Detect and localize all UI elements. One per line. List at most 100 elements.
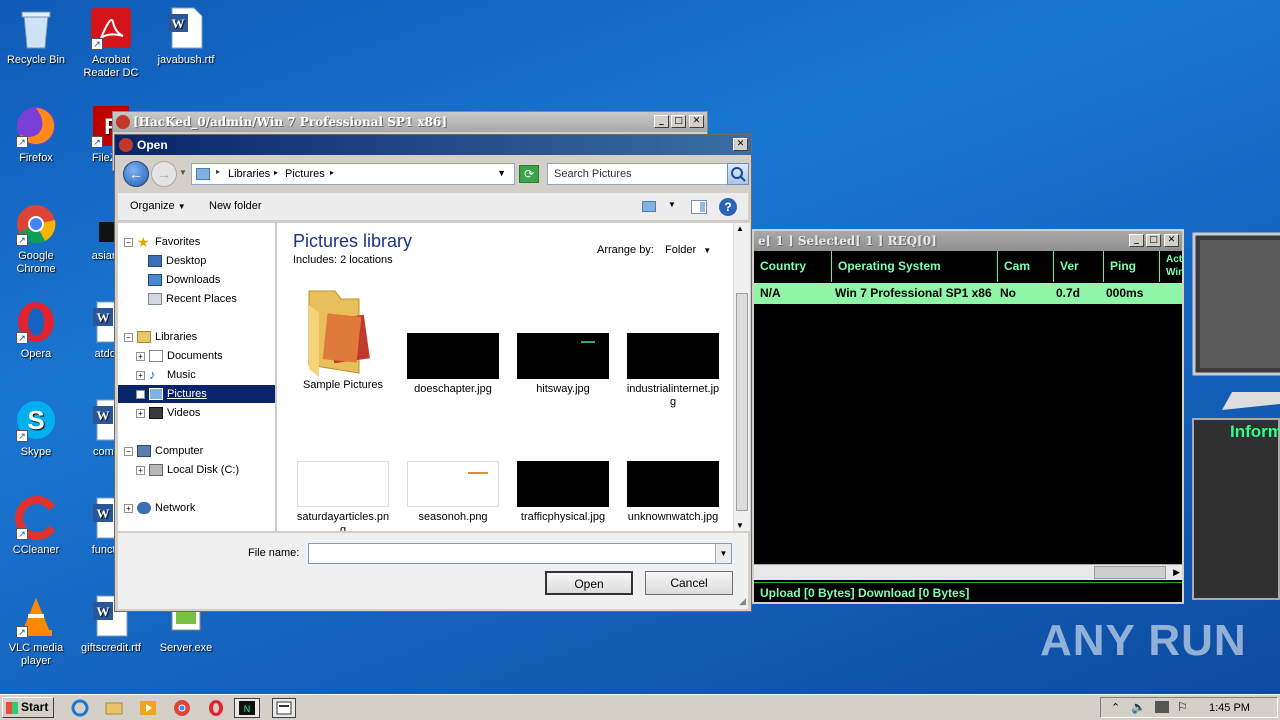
- opera-icon[interactable]: [206, 698, 228, 718]
- maximize-button[interactable]: □: [1146, 234, 1161, 247]
- file-item[interactable]: doeschapter.jpg: [401, 333, 505, 396]
- horizontal-scrollbar[interactable]: ▶: [754, 564, 1182, 580]
- nav-music[interactable]: + ♪ Music: [136, 366, 196, 384]
- new-folder-button[interactable]: New folder: [209, 200, 262, 212]
- chevron-down-icon[interactable]: ▼: [715, 544, 731, 563]
- view-options-icon[interactable]: ▼: [668, 200, 676, 209]
- column-ver[interactable]: Ver: [1054, 251, 1104, 282]
- chevron-down-icon[interactable]: ▸: [216, 167, 220, 176]
- nav-libraries[interactable]: − Libraries: [124, 328, 197, 346]
- file-name-input[interactable]: ▼: [308, 543, 732, 564]
- nav-recent-places[interactable]: Recent Places: [148, 290, 237, 308]
- ie-icon[interactable]: [70, 698, 92, 718]
- nav-computer[interactable]: − Computer: [124, 442, 203, 460]
- clock[interactable]: 1:45 PM: [1209, 702, 1250, 714]
- desktop-icon-vlc[interactable]: ↗ VLC media player: [0, 594, 72, 668]
- image-thumbnail: [627, 461, 719, 507]
- file-item[interactable]: hitsway.jpg: [511, 333, 615, 396]
- nav-network[interactable]: + Network: [124, 499, 195, 517]
- scroll-thumb[interactable]: [1094, 566, 1166, 579]
- resize-grip-icon[interactable]: ◢: [739, 596, 746, 607]
- maximize-button[interactable]: □: [671, 115, 686, 128]
- dialog-taskbar-button[interactable]: [272, 698, 296, 718]
- dialog-titlebar[interactable]: Open ✕: [115, 135, 751, 155]
- preview-pane-icon[interactable]: [691, 200, 707, 214]
- forward-button[interactable]: →: [151, 161, 177, 187]
- scroll-up-icon[interactable]: ▲: [736, 224, 744, 233]
- help-icon[interactable]: ?: [719, 198, 737, 216]
- close-button[interactable]: ✕: [1164, 234, 1179, 247]
- back-button[interactable]: ←: [123, 161, 149, 187]
- close-button[interactable]: ✕: [733, 138, 748, 151]
- vertical-scrollbar[interactable]: ▲ ▼: [733, 223, 750, 531]
- desktop-icon-ccleaner[interactable]: ↗ CCleaner: [0, 496, 72, 557]
- chrome-icon[interactable]: [172, 698, 194, 718]
- minimize-button[interactable]: _: [654, 115, 669, 128]
- nav-documents[interactable]: + Documents: [136, 347, 223, 365]
- nav-downloads[interactable]: Downloads: [148, 271, 220, 289]
- chevron-right-icon[interactable]: ▸: [274, 168, 278, 177]
- start-button[interactable]: Start: [2, 697, 54, 718]
- scroll-down-icon[interactable]: ▼: [736, 521, 744, 530]
- desktop-icon-javabush[interactable]: W javabush.rtf: [150, 6, 222, 67]
- desktop-icon-skype[interactable]: S ↗ Skype: [0, 398, 72, 459]
- column-cam[interactable]: Cam: [998, 251, 1054, 282]
- nav-label: Computer: [155, 445, 204, 457]
- breadcrumb[interactable]: ▸ Libraries ▸ Pictures ▸ ▼: [191, 163, 515, 185]
- breadcrumb-libraries[interactable]: Libraries: [228, 168, 270, 180]
- open-button[interactable]: Open: [545, 571, 633, 595]
- open-file-dialog[interactable]: Open ✕ ← → ▼ ▸ Libraries ▸ Pictures ▸ ▼ …: [114, 134, 752, 612]
- nav-pictures[interactable]: + Pictures: [118, 385, 275, 403]
- desktop-icon-recycle-bin[interactable]: Recycle Bin: [0, 6, 72, 67]
- action-center-icon[interactable]: ⚐: [1177, 700, 1188, 714]
- change-view-icon[interactable]: [642, 201, 656, 212]
- desktop-icon-chrome[interactable]: ↗ Google Chrome: [0, 202, 72, 276]
- minimize-button[interactable]: _: [1129, 234, 1144, 247]
- file-item[interactable]: Sample Pictures: [291, 285, 395, 392]
- file-name: doeschapter.jpg: [414, 383, 492, 395]
- table-row[interactable]: N/A Win 7 Professional SP1 x86 No 0.7d 0…: [754, 283, 1182, 304]
- desktop-icon-opera[interactable]: ↗ Opera: [0, 300, 72, 361]
- cancel-button[interactable]: Cancel: [645, 571, 733, 595]
- file-item[interactable]: trafficphysical.jpg: [511, 461, 615, 524]
- rat-taskbar-button[interactable]: N: [234, 698, 260, 718]
- nav-local-disk[interactable]: + Local Disk (C:): [136, 461, 239, 479]
- desktop-icon-acrobat[interactable]: ↗ Acrobat Reader DC: [75, 6, 147, 80]
- explorer-icon[interactable]: [104, 698, 126, 718]
- breadcrumb-pictures[interactable]: Pictures: [285, 168, 325, 180]
- column-os[interactable]: Operating System: [832, 251, 998, 282]
- recent-locations-icon[interactable]: ▼: [179, 168, 187, 177]
- column-country[interactable]: Country: [754, 251, 832, 282]
- cell-cam: No: [1000, 286, 1016, 300]
- rat-window-titlebar[interactable]: e[ 1 ] Selected[ 1 ] REQ[0] _ □ ✕: [754, 231, 1182, 251]
- volume-icon[interactable]: 🔈: [1131, 700, 1146, 714]
- file-item[interactable]: unknownwatch.jpg: [621, 461, 725, 524]
- nav-favorites[interactable]: − ★ Favorites: [124, 233, 200, 251]
- search-placeholder: Search Pictures: [554, 168, 632, 180]
- nav-desktop[interactable]: Desktop: [148, 252, 206, 270]
- file-item[interactable]: industrialinternet.jpg: [621, 333, 725, 409]
- file-name: hitsway.jpg: [536, 383, 590, 395]
- network-tray-icon[interactable]: [1155, 701, 1169, 713]
- address-dropdown-icon[interactable]: ▼: [497, 168, 506, 178]
- tray-expand-icon[interactable]: ⌃: [1111, 701, 1120, 714]
- search-icon[interactable]: [727, 163, 749, 185]
- library-includes[interactable]: Includes: 2 locations: [293, 254, 393, 266]
- file-item[interactable]: seasonoh.png: [401, 461, 505, 524]
- close-button[interactable]: ✕: [689, 115, 704, 128]
- rat-client-window[interactable]: e[ 1 ] Selected[ 1 ] REQ[0] _ □ ✕ Countr…: [752, 229, 1184, 604]
- scroll-right-icon[interactable]: ▶: [1173, 567, 1180, 578]
- file-item[interactable]: saturdayarticles.png: [291, 461, 395, 531]
- scroll-thumb[interactable]: [736, 293, 748, 511]
- column-ping[interactable]: Ping: [1104, 251, 1160, 282]
- search-input[interactable]: Search Pictures: [547, 163, 731, 185]
- refresh-icon[interactable]: ⟳: [519, 165, 539, 183]
- hacked-window-titlebar[interactable]: [HacKed_0/admin/Win 7 Professional SP1 x…: [113, 112, 707, 132]
- media-player-icon[interactable]: [138, 698, 160, 718]
- nav-videos[interactable]: + Videos: [136, 404, 200, 422]
- chevron-right-icon[interactable]: ▸: [330, 168, 334, 177]
- desktop-icon-firefox[interactable]: ↗ Firefox: [0, 104, 72, 165]
- column-active-window[interactable]: Acti Win: [1160, 251, 1184, 282]
- organize-button[interactable]: Organize ▼: [130, 200, 186, 212]
- arrange-by-dropdown[interactable]: Folder ▼: [665, 244, 711, 256]
